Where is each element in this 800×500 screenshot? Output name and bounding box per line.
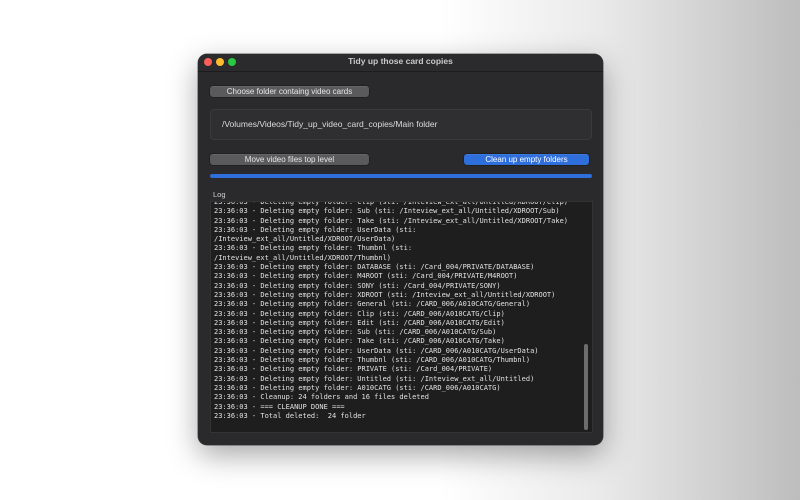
log-line: 23:36:03 - Deleting empty folder: Edit (… [214,318,505,327]
log-line: 23:36:03 - Deleting empty folder: XDROOT… [214,290,556,299]
log-line: 23:36:03 - Deleting empty folder: PRIVAT… [214,365,493,374]
log-line: 23:36:03 - Deleting empty folder: M4ROOT… [214,272,518,281]
log-line: 23:36:03 - Deleting empty folder: UserDa… [214,346,539,355]
log-line: 23:36:03 - Total deleted: 24 folder [214,411,366,420]
move-files-button[interactable]: Move video files top level [210,154,369,165]
log-line: 23:36:03 - Deleting empty folder: Take (… [214,216,569,225]
log-line: 23:36:03 - Deleting empty folder: Sub (s… [214,207,560,216]
log-line: 23:36:03 - Deleting empty folder: DATABA… [214,263,535,272]
log-line: 23:36:03 - Deleting empty folder: SONY (… [214,281,501,290]
log-line: 23:36:03 - Deleting empty folder: A010CA… [214,383,501,392]
log-label: Log [213,190,226,199]
log-line: 23:36:03 - Deleting empty folder: Genera… [214,300,531,309]
folder-path-field: /Volumes/Videos/Tidy_up_video_card_copie… [210,109,592,140]
progress-bar [210,174,592,178]
progress-bar-fill [210,174,592,178]
folder-path-text: /Volumes/Videos/Tidy_up_video_card_copie… [222,119,438,129]
log-line: 23:36:03 - Deleting empty folder: Clip (… [214,309,505,318]
log-scrollbar[interactable] [584,344,588,430]
log-line: 23:36:03 - === CLEANUP DONE === [214,402,345,411]
log-lines: 23:36:03 - Deleting empty folder: Clip (… [214,202,582,421]
log-line: 23:36:03 - Deleting empty folder: Thumbn… [214,244,417,262]
log-line: 23:36:03 - Deleting empty folder: Untitl… [214,374,535,383]
log-line: 23:36:03 - Deleting empty folder: Take (… [214,337,505,346]
clean-up-button[interactable]: Clean up empty folders [464,154,589,165]
log-line: 23:36:03 - Deleting empty folder: Thumbn… [214,356,531,365]
title-bar[interactable]: Tidy up those card copies [198,54,603,72]
window-title: Tidy up those card copies [348,56,453,66]
choose-folder-button[interactable]: Choose folder containg video cards [210,86,369,97]
log-line: 23:36:03 - Cleanup: 24 folders and 16 fi… [214,393,429,402]
app-window: Tidy up those card copies Choose folder … [198,54,603,445]
log-view[interactable]: 23:36:03 - Deleting empty folder: Clip (… [210,201,593,433]
log-line: 23:36:03 - Deleting empty folder: Sub (s… [214,328,497,337]
log-line: 23:36:03 - Deleting empty folder: UserDa… [214,225,421,244]
